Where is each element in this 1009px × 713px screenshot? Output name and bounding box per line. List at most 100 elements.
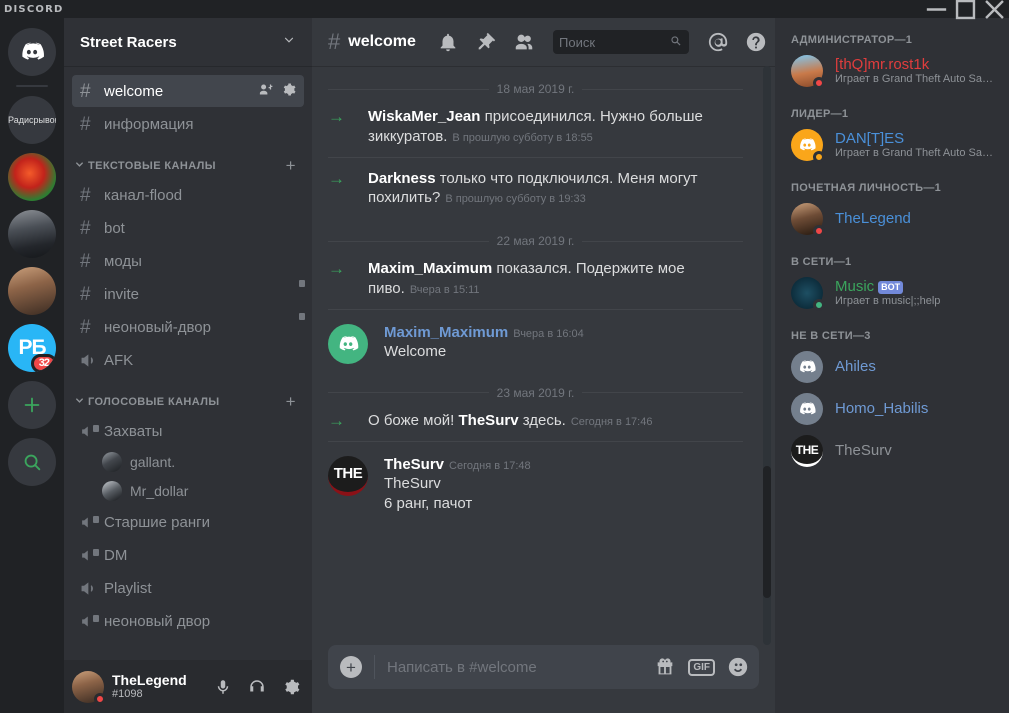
close-icon[interactable] (980, 0, 1009, 19)
message-text: TheSurv (384, 474, 441, 492)
channel-label: неоновый-двор (104, 318, 211, 336)
member-row[interactable]: DAN[T]ES Играет в Grand Theft Auto San A… (775, 124, 1009, 166)
member-row[interactable]: Music BOT Играет в music|;;help (775, 272, 1009, 314)
message-author[interactable]: WiskaMer_Jean (368, 108, 480, 125)
main-content: # welcome Поиск 18 мая 2019 г. → WiskaMe… (312, 18, 775, 713)
message-prefix: О боже мой! (368, 411, 459, 429)
create-voice-channel-icon[interactable]: + (286, 393, 296, 410)
headphones-icon[interactable] (244, 678, 270, 696)
header-actions: Поиск (437, 30, 767, 54)
channel-header: # welcome Поиск (312, 18, 775, 66)
pin-icon[interactable] (475, 31, 497, 53)
message-header: TheSurv Сегодня в 17:48 (384, 456, 531, 474)
gear-icon[interactable] (281, 82, 296, 101)
sidebar-channel-mody[interactable]: # моды (72, 245, 304, 277)
maximize-icon[interactable] (951, 0, 980, 19)
status-badge (813, 225, 825, 237)
home-button[interactable] (8, 28, 56, 76)
message-author[interactable]: TheSurv (459, 412, 519, 429)
member-role-header: В СЕТИ—1 (791, 256, 852, 268)
message-timestamp: В прошлую субботу в 18:55 (452, 131, 593, 144)
server-icon-1[interactable] (8, 153, 56, 201)
member-name: DAN[T]ES (835, 130, 905, 148)
member-row[interactable]: THE TheSurv (775, 430, 1009, 472)
guild-name: Street Racers (80, 33, 177, 51)
sidebar-voice-playlist[interactable]: Playlist (72, 572, 304, 604)
minimize-icon[interactable] (922, 0, 951, 18)
speaker-locked-icon (80, 613, 99, 630)
sidebar-channel-informaciya[interactable]: # информация (72, 108, 304, 140)
lock-icon (93, 614, 99, 622)
sidebar-channel-kanal-flood[interactable]: # канал-flood (72, 179, 304, 211)
message-scrollbar[interactable] (759, 66, 775, 645)
search-input[interactable]: Поиск (553, 30, 689, 54)
channel-tools (258, 82, 296, 101)
member-name: Homo_Habilis (835, 400, 929, 418)
server-icon-2[interactable] (8, 210, 56, 258)
message-author[interactable]: Maxim_Maximum (384, 324, 508, 341)
speaker-locked-icon (80, 423, 99, 440)
speaker-locked-icon (80, 514, 99, 531)
sidebar-voice-dm[interactable]: DM (72, 539, 304, 571)
server-label-0: Радисрывов (8, 115, 56, 125)
add-server-button[interactable] (8, 381, 56, 429)
chevron-down-icon (74, 159, 85, 173)
date-label: 23 мая 2019 г. (496, 385, 575, 400)
member-name: TheLegend (835, 210, 911, 228)
sidebar-voice-neonovyy-dvor[interactable]: неоновый двор (72, 605, 304, 637)
member-row[interactable]: Ahiles (775, 346, 1009, 388)
member-list: АДМИНИСТРАТОР—1 [thQ]mr.rost1k Играет в … (775, 18, 1009, 713)
channel-label: DM (104, 546, 128, 564)
date-divider: 18 мая 2019 г. (328, 82, 743, 96)
composer-box[interactable]: + Написать в #welcome GIF (328, 645, 759, 689)
gif-icon[interactable]: GIF (688, 658, 715, 676)
avatar[interactable]: THE (328, 455, 368, 496)
server-icon-4[interactable]: РБ 32 (8, 324, 56, 372)
server-icon-3[interactable] (8, 267, 56, 315)
avatar (791, 129, 825, 163)
category-voice-channels[interactable]: ГОЛОСОВЫЕ КАНАЛЫ + (64, 377, 312, 414)
user-identity[interactable]: TheLegend #1098 (112, 672, 202, 701)
voice-member-mr-dollar[interactable]: Mr_dollar (72, 477, 304, 505)
hash-icon: # (328, 29, 341, 54)
voice-member-gallant[interactable]: gallant. (72, 448, 304, 476)
members-icon[interactable] (513, 31, 535, 53)
member-info: Homo_Habilis (835, 400, 928, 417)
invite-people-icon[interactable] (258, 82, 273, 101)
bell-icon[interactable] (437, 31, 459, 53)
help-icon[interactable] (745, 31, 767, 53)
lock-icon (299, 313, 305, 320)
scrollbar-thumb[interactable] (763, 466, 771, 598)
avatar (791, 393, 823, 425)
emoji-icon[interactable] (727, 656, 749, 678)
guild-header[interactable]: Street Racers (64, 18, 312, 66)
category-text-channels[interactable]: ТЕКСТОВЫЕ КАНАЛЫ + (64, 141, 312, 178)
sidebar-channel-neonovyy-dvor[interactable]: # неоновый-двор (72, 311, 305, 343)
create-text-channel-icon[interactable]: + (286, 157, 296, 174)
sidebar-channel-bot[interactable]: # bot (72, 212, 304, 244)
member-row[interactable]: TheLegend (775, 198, 1009, 240)
sidebar-channel-welcome[interactable]: # welcome (72, 75, 304, 107)
status-badge (94, 692, 106, 705)
channel-label: welcome (104, 82, 164, 100)
avatar[interactable] (328, 323, 368, 364)
microphone-icon[interactable] (210, 678, 236, 696)
sidebar-voice-zahvaty[interactable]: Захваты (72, 415, 304, 447)
avatar[interactable] (72, 670, 106, 705)
message-input[interactable]: Написать в #welcome (375, 659, 654, 676)
gear-icon[interactable] (278, 678, 304, 696)
gift-icon[interactable] (654, 656, 676, 678)
sidebar-channel-afk[interactable]: AFK (72, 344, 304, 376)
explore-servers-button[interactable] (8, 438, 56, 486)
member-row[interactable]: [thQ]mr.rost1k Играет в Grand Theft Auto… (775, 50, 1009, 92)
join-arrow-icon: → (328, 259, 345, 279)
sidebar-voice-starshie-rangi[interactable]: Старшие ранги (72, 506, 304, 538)
member-row[interactable]: Homo_Habilis (775, 388, 1009, 430)
server-icon-0[interactable]: Радисрывов (8, 96, 56, 144)
mentions-icon[interactable] (707, 31, 729, 53)
message-author[interactable]: Darkness (368, 170, 436, 187)
message-author[interactable]: Maxim_Maximum (368, 260, 492, 277)
message-author[interactable]: TheSurv (384, 456, 444, 473)
upload-file-button[interactable]: + (328, 656, 374, 678)
sidebar-channel-invite[interactable]: # invite (72, 278, 305, 310)
